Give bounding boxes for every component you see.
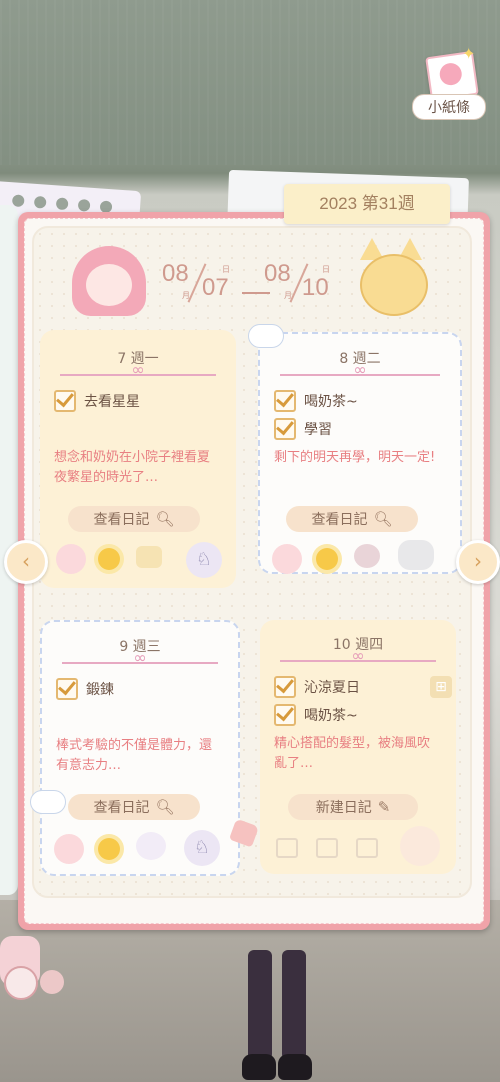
sticker-item: [136, 546, 162, 568]
bunny-sticker: ♘: [184, 830, 220, 866]
empty-sticker-slot[interactable]: [276, 838, 298, 858]
diary-excerpt: 精心搭配的髮型，被海風吹亂了…: [274, 736, 431, 771]
binder-hole: [55, 197, 69, 211]
bell-charm: [40, 970, 64, 994]
bunny-sticker: ♘: [186, 542, 222, 578]
character-shoe: [278, 1054, 312, 1080]
charm-decoration: [0, 906, 80, 1026]
checkbox-checked[interactable]: [274, 418, 296, 440]
task-item[interactable]: 學習: [274, 418, 332, 440]
view-diary-label: 查看日記: [311, 512, 368, 528]
binder-hole: [77, 198, 91, 212]
gift-icon[interactable]: ⊞: [430, 676, 452, 698]
diary-excerpt: 想念和奶奶在小院子裡看夏夜繁星的時光了…: [54, 450, 211, 485]
character-shoe: [242, 1054, 276, 1080]
character-leg: [282, 950, 306, 1060]
task-label: 喝奶茶~: [304, 394, 358, 410]
note-button-label: 小紙條: [412, 94, 486, 120]
smile-sticker: [56, 544, 86, 574]
task-item[interactable]: 喝奶茶~: [274, 704, 358, 726]
sticker-item: [398, 540, 434, 570]
checkbox-checked[interactable]: [54, 390, 76, 412]
checkbox-checked[interactable]: [274, 676, 296, 698]
sticker-item: [354, 544, 380, 568]
binder-hole: [11, 194, 25, 208]
date-range-dash: [242, 292, 270, 294]
character-legs: [242, 950, 316, 1082]
empty-sticker-circle[interactable]: [400, 826, 440, 866]
day-card-monday[interactable]: 7 週一 去看星星 想念和奶奶在小院子裡看夏夜繁星的時光了… 查看日記🔍︎ ♘: [40, 330, 236, 588]
chevron-left-icon[interactable]: ‹: [4, 540, 48, 584]
diary-excerpt: 棒式考驗的不僅是體力，還有意志力…: [56, 738, 213, 773]
cat-avatar: [348, 236, 448, 326]
sparkle-icon: ✦: [462, 44, 476, 63]
cloud-icon: [248, 324, 284, 348]
view-diary-button[interactable]: 查看日記 🔍︎: [68, 506, 200, 532]
ribbon-divider: [280, 652, 436, 662]
smile-sticker: [54, 834, 84, 864]
note-button[interactable]: ✦ 小紙條: [410, 44, 488, 124]
week-label: 2023 第31週: [284, 184, 450, 224]
empty-sticker-slot[interactable]: [316, 838, 338, 858]
new-diary-button[interactable]: 新建日記 ✎: [288, 794, 418, 820]
task-label: 鍛鍊: [86, 682, 114, 698]
view-diary-label: 查看日記: [93, 800, 150, 816]
day-card-thursday[interactable]: 10 週四 沁涼夏日 ⊞ 喝奶茶~ 精心搭配的髮型，被海風吹亂了… 新建日記✎: [260, 620, 456, 874]
view-diary-button[interactable]: 查看日記 🔍︎: [286, 506, 418, 532]
search-icon: 🔍︎: [155, 510, 175, 528]
task-item[interactable]: 鍛鍊: [56, 678, 114, 700]
character-leg: [248, 950, 272, 1060]
day-card-tuesday[interactable]: 8 週二 喝奶茶~ 學習 剩下的明天再學，明天一定! 查看日記🔍︎: [258, 332, 462, 574]
checkbox-checked[interactable]: [56, 678, 78, 700]
start-day: 07: [202, 274, 229, 301]
sun-sticker: [316, 548, 338, 570]
end-month: 08: [264, 260, 291, 287]
cloud-icon: [30, 790, 66, 814]
smile-sticker: [272, 544, 302, 574]
new-diary-label: 新建日記: [315, 800, 372, 816]
task-item[interactable]: 沁涼夏日: [274, 676, 360, 698]
empty-sticker-slot[interactable]: [356, 838, 378, 858]
search-icon: 🔍︎: [155, 798, 175, 816]
search-icon: 🔍︎: [373, 510, 393, 528]
task-item[interactable]: 喝奶茶~: [274, 390, 358, 412]
checkbox-checked[interactable]: [274, 390, 296, 412]
start-month: 08: [162, 260, 189, 287]
day-card-wednesday[interactable]: 9 週三 鍛鍊 棒式考驗的不僅是體力，還有意志力… 查看日記🔍︎ ♘: [40, 620, 240, 876]
view-diary-button[interactable]: 查看日記 🔍︎: [68, 794, 200, 820]
task-label: 學習: [304, 422, 332, 438]
unicorn-sticker: [136, 832, 166, 860]
sun-sticker: [98, 838, 120, 860]
end-day: 10: [302, 274, 329, 301]
task-item[interactable]: 去看星星: [54, 390, 140, 412]
chevron-right-icon[interactable]: ›: [456, 540, 500, 584]
task-label: 喝奶茶~: [304, 708, 358, 724]
note-avatar: [438, 61, 464, 87]
checkbox-checked[interactable]: [274, 704, 296, 726]
view-diary-label: 查看日記: [93, 512, 150, 528]
sun-sticker: [98, 548, 120, 570]
ribbon-divider: [62, 654, 218, 664]
cat-head: [360, 254, 428, 316]
diary-excerpt: 剩下的明天再學，明天一定!: [274, 450, 436, 465]
edit-icon: ✎: [377, 798, 391, 816]
task-label: 去看星星: [84, 394, 140, 410]
binder-hole: [33, 195, 47, 209]
task-label: 沁涼夏日: [304, 680, 360, 696]
girl-avatar: [66, 240, 156, 320]
ribbon-divider: [280, 366, 440, 376]
paw-charm: [4, 966, 38, 1000]
avatar-face: [86, 264, 132, 306]
ribbon-divider: [60, 366, 216, 376]
